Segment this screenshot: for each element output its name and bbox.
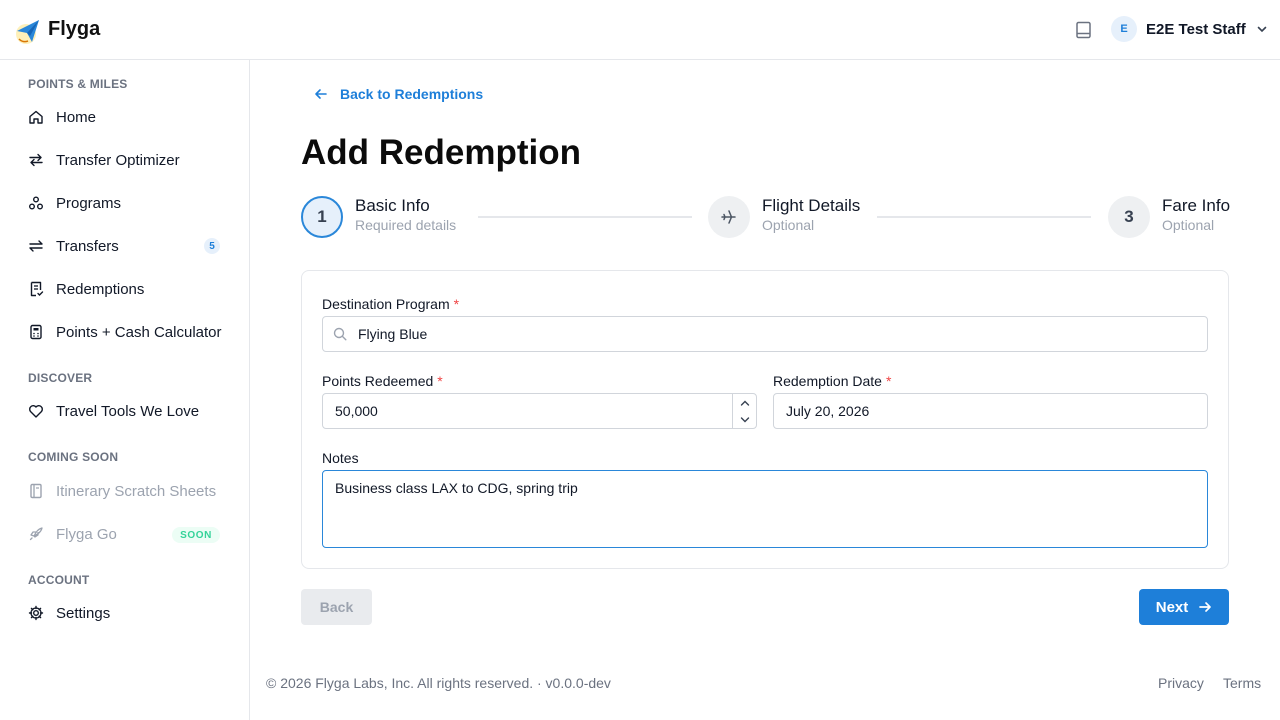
- sidebar-item-label: Flyga Go: [56, 525, 117, 543]
- points-stepper: [732, 393, 757, 429]
- notebook-icon: [30, 483, 42, 499]
- required-mark: *: [453, 296, 460, 312]
- sidebar-item-redemptions[interactable]: Redemptions: [20, 272, 230, 306]
- next-button[interactable]: Next: [1139, 589, 1229, 625]
- step-1-circle[interactable]: 1: [301, 196, 343, 238]
- sidebar-item-transfers[interactable]: Transfers 5: [20, 229, 230, 263]
- step-3-title: Fare Info: [1162, 196, 1231, 215]
- user-menu[interactable]: E2E Test Staff: [1146, 17, 1268, 41]
- sidebar-item-itinerary: Itinerary Scratch Sheets: [20, 474, 230, 508]
- next-button-label: Next: [1155, 598, 1189, 616]
- notes-textarea[interactable]: Business class LAX to CDG, spring trip: [322, 470, 1208, 548]
- top-header: Flyga E E2E Test Staff: [0, 0, 1280, 60]
- arrow-left-icon: [315, 89, 327, 99]
- avatar[interactable]: E: [1111, 16, 1137, 42]
- points-redeemed-label: Points Redeemed *: [322, 373, 443, 389]
- required-mark: *: [885, 373, 892, 389]
- sidebar-item-label: Redemptions: [56, 280, 145, 298]
- sidebar-item-settings[interactable]: Settings: [20, 596, 230, 630]
- step-connector: [877, 216, 1091, 218]
- section-label-discover: DISCOVER: [28, 371, 93, 385]
- sidebar-item-home[interactable]: Home: [20, 100, 230, 134]
- destination-program-label: Destination Program *: [322, 296, 459, 312]
- step-3-circle[interactable]: 3: [1108, 196, 1150, 238]
- page-title: Add Redemption: [301, 133, 581, 172]
- points-redeemed-input[interactable]: [322, 393, 733, 429]
- arrow-right-icon: [1199, 602, 1212, 612]
- sidebar-item-label: Settings: [56, 604, 111, 622]
- user-name: E2E Test Staff: [1146, 20, 1246, 38]
- sidebar-item-label: Programs: [56, 194, 122, 212]
- destination-program-input[interactable]: [322, 316, 1208, 352]
- redemption-date-input[interactable]: [773, 393, 1208, 429]
- destination-program-label-text: Destination Program: [322, 296, 450, 312]
- required-mark: *: [437, 373, 443, 389]
- chevron-down-icon: [1257, 26, 1267, 33]
- step-2-title: Flight Details: [762, 196, 861, 215]
- step-2-circle[interactable]: [708, 196, 750, 238]
- search-icon: [333, 327, 347, 341]
- back-to-redemptions-link[interactable]: Back to Redemptions: [314, 84, 483, 104]
- transfers-count-badge: 5: [204, 238, 220, 254]
- footer-copyright: © 2026 Flyga Labs, Inc. All rights reser…: [266, 675, 611, 691]
- brand-name: Flyga: [48, 18, 101, 40]
- sidebar-item-label: Points + Cash Calculator: [56, 323, 222, 341]
- swap-arrows-icon: [29, 153, 43, 167]
- book-icon[interactable]: [1075, 21, 1092, 39]
- sidebar-item-label: Transfer Optimizer: [56, 151, 180, 169]
- soon-badge: SOON: [172, 527, 220, 543]
- sidebar-item-label: Travel Tools We Love: [56, 402, 200, 420]
- programs-icon: [29, 196, 43, 210]
- increment-button[interactable]: [733, 394, 756, 411]
- rocket-icon: [29, 527, 43, 541]
- redemption-date-label-text: Redemption Date: [773, 373, 882, 389]
- step-3-subtitle: Optional: [1162, 217, 1215, 233]
- section-label-points-miles: POINTS & MILES: [28, 77, 128, 91]
- back-link-label: Back to Redemptions: [340, 86, 484, 102]
- heart-icon: [29, 405, 43, 418]
- paper-plane-logo-icon: [16, 20, 39, 44]
- section-label-account: ACCOUNT: [28, 573, 90, 587]
- sidebar-item-transfer-optimizer[interactable]: Transfer Optimizer: [20, 143, 230, 177]
- back-button[interactable]: Back: [301, 589, 372, 625]
- sidebar: POINTS & MILES Home Transfer Optimizer P…: [0, 60, 250, 720]
- sidebar-item-label: Transfers: [56, 237, 119, 255]
- decrement-button[interactable]: [733, 411, 756, 428]
- transfer-icon: [29, 240, 43, 252]
- airplane-icon: [721, 210, 736, 224]
- chevron-up-icon: [740, 400, 749, 406]
- sidebar-item-calculator[interactable]: Points + Cash Calculator: [20, 315, 230, 349]
- chevron-down-icon: [740, 416, 749, 422]
- section-label-coming-soon: COMING SOON: [28, 450, 119, 464]
- sidebar-item-label: Itinerary Scratch Sheets: [56, 482, 217, 500]
- step-connector: [478, 216, 692, 218]
- points-redeemed-label-text: Points Redeemed: [322, 373, 434, 389]
- step-1-title: Basic Info: [355, 196, 430, 215]
- terms-link[interactable]: Terms: [1223, 675, 1261, 691]
- notes-label: Notes: [322, 450, 359, 466]
- step-1-subtitle: Required details: [355, 217, 457, 233]
- home-icon: [29, 110, 43, 124]
- privacy-link[interactable]: Privacy: [1158, 675, 1204, 691]
- sidebar-item-flyga-go: Flyga Go SOON: [20, 517, 230, 551]
- sidebar-item-programs[interactable]: Programs: [20, 186, 230, 220]
- sidebar-item-label: Home: [56, 108, 97, 126]
- redemption-date-label: Redemption Date *: [773, 373, 891, 389]
- sidebar-item-travel-tools[interactable]: Travel Tools We Love: [20, 394, 230, 428]
- receipt-icon: [30, 281, 44, 297]
- step-2-subtitle: Optional: [762, 217, 815, 233]
- calculator-icon: [30, 324, 42, 340]
- gear-icon: [28, 605, 44, 621]
